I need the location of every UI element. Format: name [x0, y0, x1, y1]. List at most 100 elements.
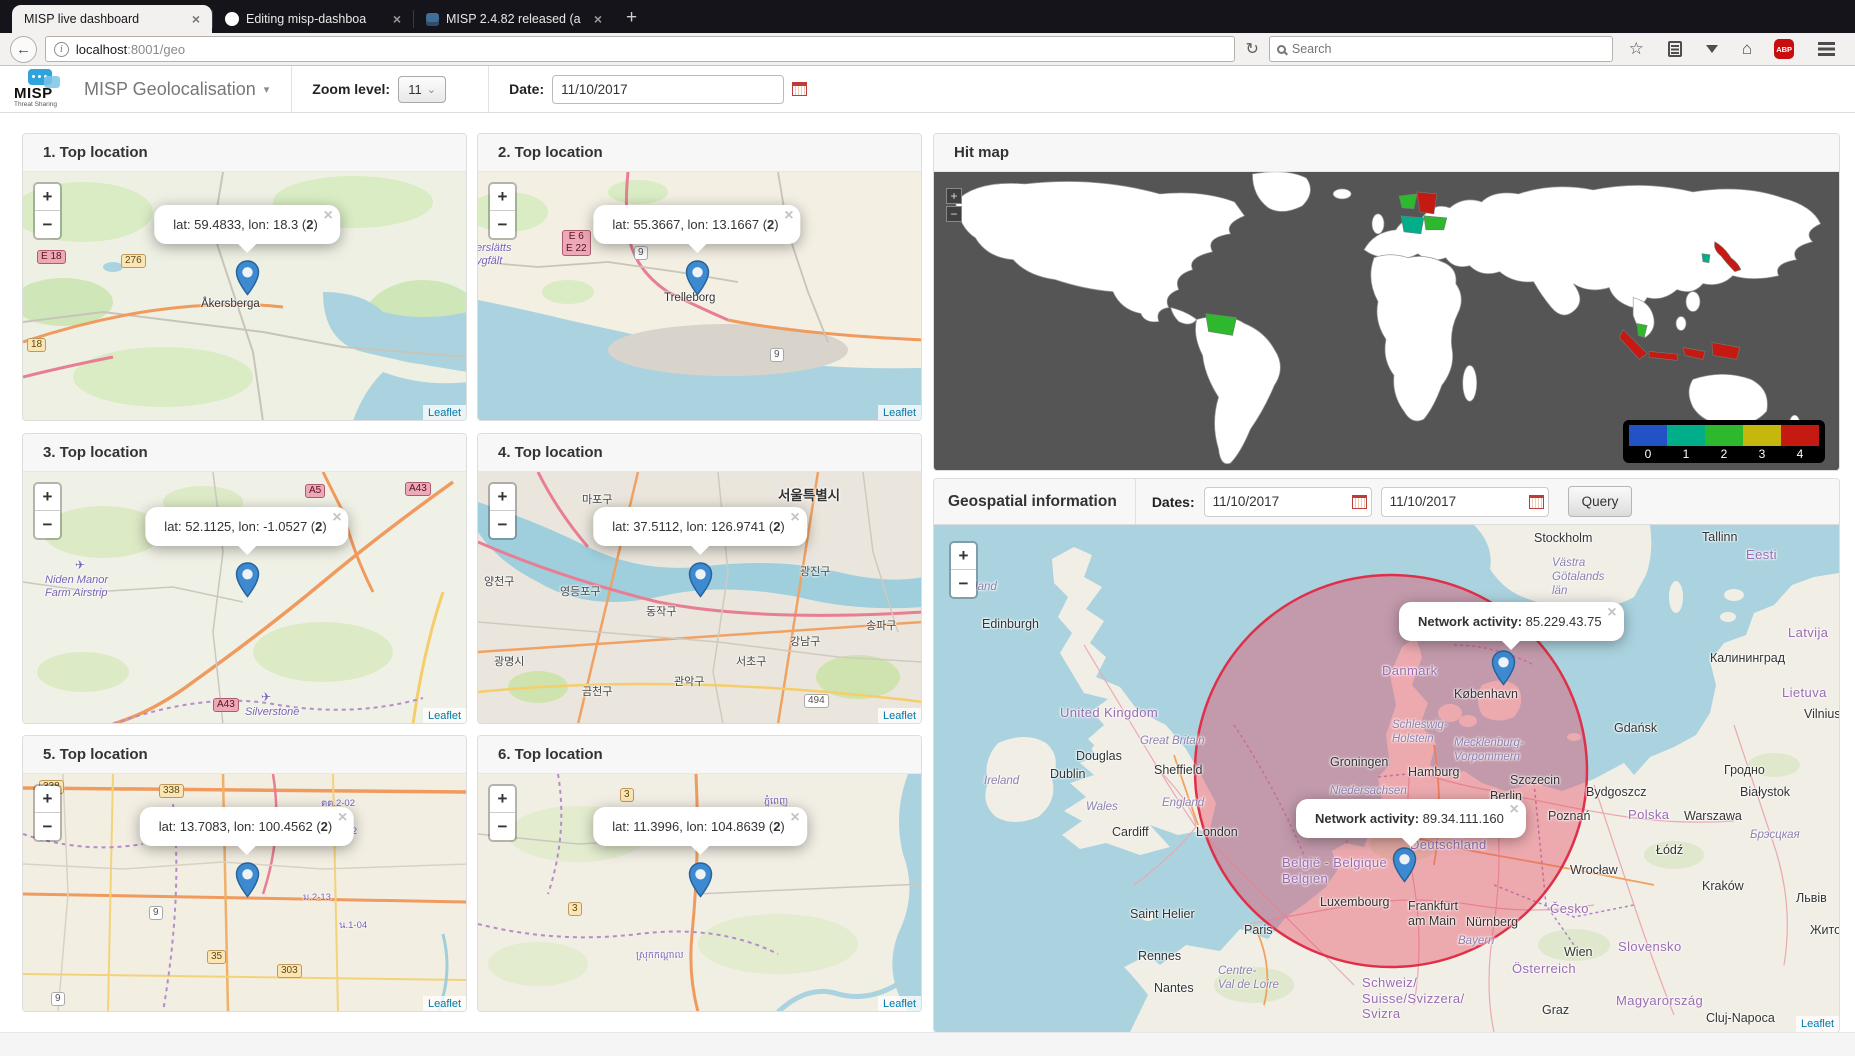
legend-swatch [1705, 425, 1743, 446]
tab-title: MISP 2.4.82 released (a [446, 12, 585, 26]
leaflet-attribution[interactable]: Leaflet [423, 405, 466, 421]
date-from-input[interactable] [1204, 487, 1372, 517]
close-icon[interactable]: × [784, 208, 793, 224]
panel-top-location-1: 1. Top location + − × [22, 133, 467, 421]
map-tiles [934, 525, 1839, 1032]
menu-icon[interactable] [1818, 42, 1835, 45]
leaflet-attribution[interactable]: Leaflet [1796, 1016, 1839, 1032]
map-marker-icon[interactable] [688, 862, 713, 898]
map-marker-icon[interactable] [685, 260, 710, 296]
legend-value: 3 [1743, 446, 1781, 461]
zoom-in-button[interactable]: + [35, 786, 60, 813]
reload-icon[interactable]: ↻ [1243, 39, 1260, 59]
adblock-icon[interactable]: ABP [1774, 39, 1794, 59]
legend-value: 2 [1705, 446, 1743, 461]
zoom-out-button[interactable]: − [490, 211, 515, 238]
zoom-in-button[interactable]: + [946, 188, 962, 204]
calendar-icon[interactable] [1352, 495, 1367, 509]
close-icon[interactable]: × [1510, 802, 1519, 818]
legend-swatch [1781, 425, 1819, 446]
map-zoom-control: + − [33, 182, 62, 240]
zoom-out-button[interactable]: − [35, 211, 60, 238]
zoom-out-button[interactable]: − [490, 813, 515, 840]
url-path: :8001/geo [127, 42, 185, 57]
zoom-out-button[interactable]: − [35, 511, 60, 538]
calendar-icon[interactable] [1529, 495, 1544, 509]
url-bar[interactable]: i localhost:8001/geo [45, 36, 1236, 62]
zoom-out-button[interactable]: − [35, 813, 60, 840]
close-icon[interactable]: × [332, 510, 341, 526]
app-header: MISP Threat Sharing MISP Geolocalisation… [0, 66, 1855, 113]
hit-map[interactable]: + − 01234 [934, 172, 1839, 471]
leaflet-map-5[interactable]: + − × lat: 13.7083, lon: 100.4562 (2) Le… [23, 774, 466, 1012]
zoom-in-button[interactable]: + [490, 184, 515, 211]
date-section: Date: [488, 66, 827, 112]
date-label: Date: [509, 81, 544, 97]
leaflet-attribution[interactable]: Leaflet [878, 996, 921, 1012]
back-button[interactable]: ← [10, 36, 37, 63]
close-icon[interactable]: × [790, 810, 799, 826]
leaflet-map-1[interactable]: + − × lat: 59.4833, lon: 18.3 (2) Leafle… [23, 172, 466, 421]
bookmark-star-icon[interactable]: ☆ [1621, 39, 1652, 59]
tab-close-icon[interactable]: × [592, 11, 604, 27]
leaflet-attribution[interactable]: Leaflet [878, 708, 921, 724]
close-icon[interactable]: × [790, 510, 799, 526]
page-icon [426, 13, 439, 26]
leaflet-map-6[interactable]: + − × lat: 11.3996, lon: 104.8639 (2) Le… [478, 774, 921, 1012]
site-info-icon[interactable]: i [54, 42, 69, 57]
map-marker-icon[interactable] [235, 562, 260, 598]
panel-title: 5. Top location [23, 736, 466, 774]
panel-top-location-3: 3. Top location + − × lat: 52.1125, lon: [22, 433, 467, 724]
tab-misp-dashboard[interactable]: MISP live dashboard × [12, 5, 212, 33]
new-tab-button[interactable]: + [614, 7, 649, 33]
page-title-dropdown[interactable]: MISP Geolocalisation ▾ [84, 79, 269, 100]
map-marker-icon[interactable] [1392, 847, 1417, 883]
leaflet-attribution[interactable]: Leaflet [878, 405, 921, 421]
home-icon[interactable]: ⌂ [1734, 39, 1760, 59]
panel-title: 1. Top location [23, 134, 466, 172]
search-input[interactable] [1292, 42, 1605, 56]
tab-misp-release[interactable]: MISP 2.4.82 released (a × [414, 5, 614, 33]
map-marker-icon[interactable] [1491, 650, 1516, 686]
zoom-out-button[interactable]: − [490, 511, 515, 538]
zoom-in-button[interactable]: + [490, 484, 515, 511]
hit-map-legend: 01234 [1623, 420, 1825, 463]
reading-list-icon[interactable] [1668, 41, 1682, 57]
zoom-level-section: Zoom level: 11 ⌄ [291, 66, 466, 112]
map-marker-icon[interactable] [688, 562, 713, 598]
zoom-in-button[interactable]: + [35, 184, 60, 211]
close-icon[interactable]: × [338, 810, 347, 826]
browser-tab-bar: MISP live dashboard × Editing misp-dashb… [0, 0, 1855, 33]
zoom-out-button[interactable]: − [951, 570, 976, 597]
close-icon[interactable]: × [1607, 605, 1616, 621]
geospatial-map[interactable]: + − × Network activity: 85.229.43.75 × N… [934, 525, 1839, 1032]
map-marker-icon[interactable] [235, 862, 260, 898]
browser-navbar: ← i localhost:8001/geo ↻ ☆ ⌂ ABP [0, 33, 1855, 66]
map-marker-icon[interactable] [235, 260, 260, 296]
search-box[interactable] [1269, 36, 1613, 62]
zoom-out-button[interactable]: − [946, 206, 962, 222]
leaflet-map-3[interactable]: + − × lat: 52.1125, lon: -1.0527 (2) Lea… [23, 472, 466, 724]
network-activity-popup: × Network activity: 89.34.111.160 [1296, 799, 1526, 838]
downloads-icon[interactable] [1706, 45, 1718, 59]
calendar-icon[interactable] [792, 82, 807, 96]
tab-github-editing[interactable]: Editing misp-dashboa × [213, 5, 413, 33]
query-button[interactable]: Query [1568, 486, 1633, 517]
leaflet-map-2[interactable]: + − × lat: 55.3667, lon: 13.1667 (2) Lea… [478, 172, 921, 421]
panel-geospatial: Geospatial information Dates: Query [933, 478, 1840, 1033]
tab-close-icon[interactable]: × [391, 11, 403, 27]
leaflet-attribution[interactable]: Leaflet [423, 708, 466, 724]
tab-close-icon[interactable]: × [190, 11, 202, 27]
zoom-level-select[interactable]: 11 ⌄ [398, 76, 446, 103]
panel-top-location-4: 4. Top location + − × [477, 433, 922, 724]
panel-title: 6. Top location [478, 736, 921, 774]
close-icon[interactable]: × [323, 208, 332, 224]
date-to-input[interactable] [1381, 487, 1549, 517]
zoom-in-button[interactable]: + [35, 484, 60, 511]
date-input[interactable] [552, 75, 784, 104]
zoom-in-button[interactable]: + [951, 543, 976, 570]
url-host: localhost [76, 42, 127, 57]
leaflet-map-4[interactable]: + − × lat: 37.5112, lon: 126.9741 (2) Le… [478, 472, 921, 724]
leaflet-attribution[interactable]: Leaflet [423, 996, 466, 1012]
zoom-in-button[interactable]: + [490, 786, 515, 813]
